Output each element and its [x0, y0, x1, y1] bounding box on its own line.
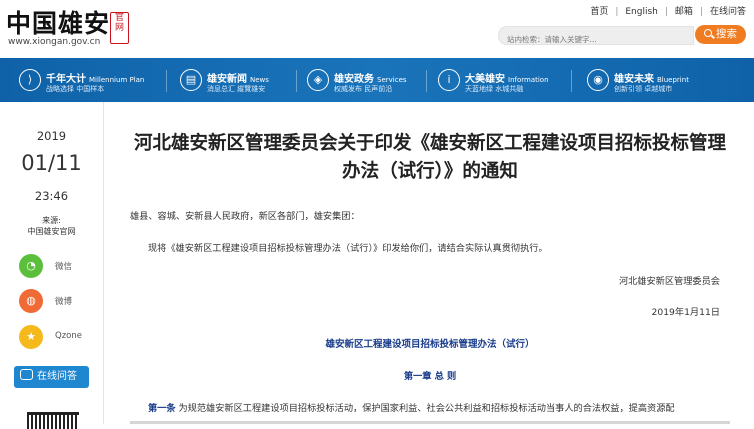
clause-label: 第一条	[148, 403, 176, 414]
top-link-mail[interactable]: 邮箱	[675, 7, 693, 17]
main-nav: ⟩ 千年大计 Millennium Plan 战略选择 中国样本 ▤ 雄安新闻 Ne…	[0, 58, 754, 102]
qzone-icon: ★	[26, 330, 36, 343]
info-icon: i	[438, 69, 460, 91]
document-title: 雄安新区工程建设项目招标投标管理办法（试行）	[325, 339, 535, 350]
article-greeting: 雄县、容城、安新县人民政府，新区各部门，雄安集团：	[130, 211, 360, 222]
qr-code	[27, 412, 79, 429]
article-title: 河北雄安新区管理委员会关于印发《雄安新区工程建设项目招标投标管理办法（试行）》的…	[133, 133, 726, 182]
top-links: 首页 | English | 邮箱 | 在线问答	[590, 7, 746, 17]
article-sidebar: 2019 01/11 23:46 来源: 中国雄安官网 ◔ 微信 ◍ 微博 ★ …	[0, 102, 95, 429]
clause-text: 为规范雄安新区工程建设项目招标投标活动，保护国家利益、社会公共利益和招标投标活动…	[178, 403, 675, 414]
online-qa-label: 在线问答	[37, 371, 77, 382]
nav-subtitle: 消息总汇 縱覽雄安	[207, 85, 266, 93]
article-clause-1: 第一条 为规范雄安新区工程建设项目招标投标活动，保护国家利益、社会公共利益和招标…	[148, 400, 675, 414]
weibo-icon: ◍	[26, 294, 36, 307]
article-signature: 河北雄安新区管理委员会	[618, 276, 720, 287]
site-header: 中国雄安 官网 www.xiongan.gov.cn 首页 | English | 邮箱…	[0, 0, 754, 56]
top-link-english[interactable]: English	[625, 7, 658, 17]
publish-year: 2019	[36, 129, 67, 143]
nav-title-en: Blueprint	[657, 76, 689, 84]
source-label: 来源:	[42, 216, 61, 225]
nav-title-en: News	[250, 76, 269, 84]
nav-divider	[426, 70, 427, 92]
sidebar-divider	[103, 102, 104, 424]
publish-time: 23:46	[34, 189, 69, 203]
site-logo[interactable]: 中国雄安 官网 www.xiongan.gov.cn	[6, 4, 146, 50]
top-link-home[interactable]: 首页	[590, 7, 608, 17]
chevron-icon: ⟩	[19, 69, 41, 91]
logo-text: 中国雄安	[6, 9, 111, 38]
logo-seal: 官网	[110, 12, 129, 44]
source-value: 中国雄安官网	[27, 227, 76, 236]
logo-url: www.xiongan.gov.cn	[8, 37, 101, 47]
online-qa-button[interactable]: 在线问答	[14, 366, 89, 388]
article-date: 2019年1月11日	[651, 307, 720, 318]
nav-subtitle: 权威发布 民声前沿	[334, 85, 393, 93]
article-body: 现将《雄安新区工程建设项目招标投标管理办法（试行）》印发给你们，请结合实际认真贯…	[148, 243, 548, 254]
nav-divider	[296, 70, 297, 92]
nav-subtitle: 创新引领 卓越城市	[614, 85, 673, 93]
search-box	[498, 26, 694, 48]
nav-title-en: Services	[377, 76, 407, 84]
search-icon	[704, 29, 712, 37]
search-button-label: 搜索	[716, 28, 737, 40]
chapter-heading: 第一章 总 则	[403, 371, 457, 382]
services-icon: ◈	[307, 69, 329, 91]
clause-continuation	[130, 418, 730, 424]
nav-subtitle: 天蓝地绿 水城共融	[465, 85, 524, 93]
nav-subtitle: 战略选择 中国样本	[46, 85, 105, 93]
top-link-online-qa[interactable]: 在线问答	[710, 7, 746, 17]
wechat-icon: ◔	[26, 259, 36, 272]
share-label: 微博	[55, 297, 73, 307]
nav-divider	[571, 70, 572, 92]
newspaper-icon: ▤	[180, 69, 202, 91]
nav-divider	[166, 70, 167, 92]
share-label: 微信	[55, 262, 73, 272]
share-label: Qzone	[55, 331, 82, 341]
publish-date: 01/11	[21, 151, 82, 175]
search-input[interactable]	[499, 31, 687, 48]
nav-title-en: Information	[508, 76, 549, 84]
search-button[interactable]: 搜索	[695, 25, 746, 44]
source-info: 来源: 中国雄安官网	[0, 215, 103, 237]
nav-title-en: Millennium Plan	[89, 76, 145, 84]
pin-icon: ◉	[587, 69, 609, 91]
chat-icon	[20, 369, 33, 380]
